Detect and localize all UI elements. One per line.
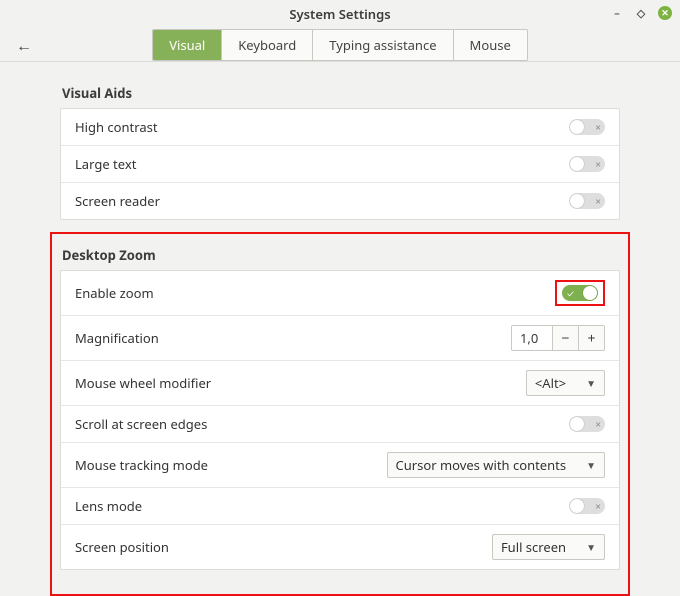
toolbar: ← Visual Keyboard Typing assistance Mous…	[0, 28, 680, 62]
toggle-high-contrast[interactable]: ×	[569, 119, 605, 135]
label-mouse-wheel-modifier: Mouse wheel modifier	[75, 374, 211, 392]
row-high-contrast: High contrast ×	[61, 109, 619, 146]
toggle-enable-zoom[interactable]: ✓	[562, 285, 598, 301]
highlight-desktop-zoom: Desktop Zoom Enable zoom ✓ Magnification…	[50, 232, 630, 596]
combo-value: Full screen	[501, 538, 566, 556]
combo-mouse-wheel-modifier[interactable]: <Alt> ▼	[526, 370, 605, 396]
highlight-enable-zoom-toggle: ✓	[555, 280, 605, 306]
stepper-plus-button[interactable]: +	[578, 326, 604, 350]
back-button[interactable]: ←	[14, 35, 34, 55]
label-high-contrast: High contrast	[75, 118, 158, 136]
panel-desktop-zoom: Enable zoom ✓ Magnification 1,0 − + Mous…	[60, 270, 620, 570]
tabset: Visual Keyboard Typing assistance Mouse	[152, 29, 528, 61]
titlebar: System Settings – ◇	[0, 0, 680, 28]
section-title-desktop-zoom: Desktop Zoom	[62, 246, 620, 264]
row-mouse-wheel-modifier: Mouse wheel modifier <Alt> ▼	[61, 361, 619, 406]
toggle-off-icon: ×	[595, 194, 601, 208]
row-scroll-edges: Scroll at screen edges ×	[61, 406, 619, 443]
row-screen-position: Screen position Full screen ▼	[61, 525, 619, 569]
section-title-visual-aids: Visual Aids	[62, 84, 620, 102]
row-tracking-mode: Mouse tracking mode Cursor moves with co…	[61, 443, 619, 488]
row-magnification: Magnification 1,0 − +	[61, 316, 619, 361]
label-large-text: Large text	[75, 155, 136, 173]
toggle-screen-reader[interactable]: ×	[569, 193, 605, 209]
minimize-icon[interactable]: –	[610, 6, 624, 20]
toggle-lens-mode[interactable]: ×	[569, 498, 605, 514]
window-title: System Settings	[289, 5, 390, 23]
toggle-off-icon: ×	[595, 499, 601, 513]
chevron-down-icon: ▼	[586, 458, 596, 472]
combo-tracking-mode[interactable]: Cursor moves with contents ▼	[387, 452, 605, 478]
row-screen-reader: Screen reader ×	[61, 183, 619, 219]
panel-visual-aids: High contrast × Large text × Screen read…	[60, 108, 620, 220]
label-enable-zoom: Enable zoom	[75, 284, 154, 302]
toggle-scroll-edges[interactable]: ×	[569, 416, 605, 432]
row-large-text: Large text ×	[61, 146, 619, 183]
combo-screen-position[interactable]: Full screen ▼	[492, 534, 605, 560]
stepper-magnification[interactable]: 1,0 − +	[511, 325, 605, 351]
toggle-off-icon: ×	[595, 157, 601, 171]
maximize-icon[interactable]: ◇	[634, 6, 648, 20]
label-scroll-edges: Scroll at screen edges	[75, 415, 207, 433]
chevron-down-icon: ▼	[586, 376, 596, 390]
toggle-off-icon: ×	[595, 417, 601, 431]
tab-keyboard[interactable]: Keyboard	[222, 30, 313, 60]
label-screen-reader: Screen reader	[75, 192, 160, 210]
arrow-left-icon: ←	[16, 34, 32, 56]
combo-value: Cursor moves with contents	[396, 456, 567, 474]
window-controls: – ◇	[610, 6, 672, 20]
tab-typing-assistance[interactable]: Typing assistance	[313, 30, 453, 60]
check-icon: ✓	[567, 286, 574, 300]
label-magnification: Magnification	[75, 329, 159, 347]
row-lens-mode: Lens mode ×	[61, 488, 619, 525]
toggle-off-icon: ×	[595, 120, 601, 134]
stepper-minus-button[interactable]: −	[552, 326, 578, 350]
tab-visual[interactable]: Visual	[153, 30, 222, 60]
content: Visual Aids High contrast × Large text ×…	[0, 62, 680, 596]
chevron-down-icon: ▼	[586, 540, 596, 554]
close-icon[interactable]	[658, 6, 672, 20]
row-enable-zoom: Enable zoom ✓	[61, 271, 619, 316]
stepper-value[interactable]: 1,0	[512, 326, 552, 350]
label-screen-position: Screen position	[75, 538, 169, 556]
label-tracking-mode: Mouse tracking mode	[75, 456, 208, 474]
label-lens-mode: Lens mode	[75, 497, 142, 515]
combo-value: <Alt>	[535, 374, 566, 392]
toggle-large-text[interactable]: ×	[569, 156, 605, 172]
tab-mouse[interactable]: Mouse	[454, 30, 527, 60]
